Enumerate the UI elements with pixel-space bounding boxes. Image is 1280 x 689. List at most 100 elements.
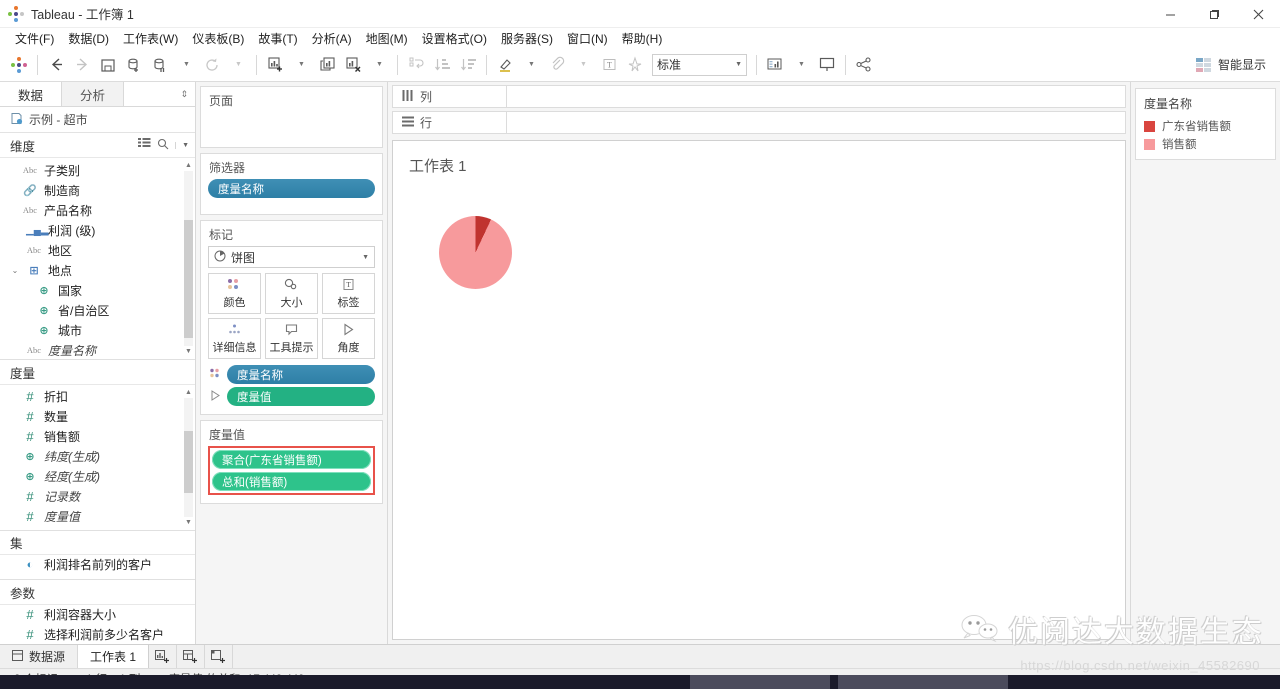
text-box-icon[interactable]: T — [596, 52, 622, 78]
field-city[interactable]: ⊕ 城市 — [0, 320, 195, 340]
attach-icon[interactable] — [544, 52, 570, 78]
taskbar-item[interactable] — [690, 675, 830, 689]
maximize-button[interactable] — [1192, 0, 1236, 28]
field-manufacturer[interactable]: 🔗 制造商 — [0, 180, 195, 200]
tab-analytics[interactable]: 分析 — [62, 82, 125, 107]
field-province[interactable]: ⊕ 省/自治区 — [0, 300, 195, 320]
close-button[interactable] — [1236, 0, 1280, 28]
new-dashboard-button[interactable] — [177, 645, 206, 668]
marks-color-button[interactable]: 颜色 — [208, 273, 261, 314]
pane-resize-grip-icon[interactable]: ⇕ — [173, 82, 195, 106]
menu-analysis[interactable]: 分析(A) — [305, 28, 359, 49]
marks-detail-button[interactable]: 详细信息 — [208, 318, 261, 359]
field-measure-values[interactable]: # 度量值 — [0, 507, 195, 527]
field-profit-bin[interactable]: ▁▄▂ 利润 (级) — [0, 220, 195, 240]
swap-rows-columns-icon[interactable] — [403, 52, 429, 78]
presentation-mode-icon[interactable] — [814, 52, 840, 78]
highlight-dropdown-icon[interactable]: ▼ — [518, 52, 544, 78]
save-icon[interactable] — [95, 52, 121, 78]
menu-map[interactable]: 地图(M) — [359, 28, 415, 49]
filter-pill-measure-names[interactable]: 度量名称 — [208, 179, 375, 198]
marks-pill-measure-names[interactable]: 度量名称 — [227, 365, 375, 384]
marks-size-button[interactable]: 大小 — [265, 273, 318, 314]
scroll-down-icon[interactable]: ▼ — [184, 517, 193, 528]
sheet-tab-worksheet1[interactable]: 工作表 1 — [78, 645, 150, 668]
dimensions-menu-icon[interactable]: ▼ — [175, 141, 189, 149]
new-worksheet-button[interactable] — [149, 645, 178, 668]
param-top-n-customers[interactable]: # 选择利润前多少名客户 — [0, 624, 195, 644]
field-discount[interactable]: # 折扣 — [0, 387, 195, 407]
new-datasource-icon[interactable] — [121, 52, 147, 78]
duplicate-sheet-icon[interactable] — [314, 52, 340, 78]
menu-dashboard[interactable]: 仪表板(B) — [185, 28, 251, 49]
field-top-customers-set[interactable]: ◐ 利润排名前列的客户 — [0, 555, 195, 575]
menu-file[interactable]: 文件(F) — [8, 28, 61, 49]
back-icon[interactable] — [43, 52, 69, 78]
menu-story[interactable]: 故事(T) — [251, 28, 304, 49]
new-worksheet-icon[interactable] — [262, 52, 288, 78]
taskbar-item[interactable] — [838, 675, 1008, 689]
datasource-row[interactable]: 示例 - 超市 — [0, 107, 195, 133]
rows-shelf-dropzone[interactable] — [507, 111, 1126, 134]
worksheet-title[interactable]: 工作表 1 — [393, 141, 1125, 176]
fit-axis-icon[interactable] — [762, 52, 788, 78]
field-country[interactable]: ⊕ 国家 — [0, 280, 195, 300]
dimensions-list[interactable]: Abc 子类别 🔗 制造商 Abc 产品名称 ▁▄▂ 利润 (级) Abc 地区 ⌄ ⊞ 地点… — [0, 158, 195, 359]
field-subcategory[interactable]: Abc 子类别 — [0, 160, 195, 180]
scroll-up-icon[interactable]: ▲ — [184, 387, 193, 398]
dimensions-scrollbar[interactable]: ▲ ▼ — [184, 160, 193, 357]
group-by-icon[interactable] — [138, 138, 151, 152]
measures-list[interactable]: # 折扣 # 数量 # 销售额 ⊕ 纬度(生成) ⊕ 经度(生成) # 记录数 # 度量值 ▲… — [0, 385, 195, 530]
tab-data[interactable]: 数据 — [0, 82, 63, 107]
menu-server[interactable]: 服务器(S) — [494, 28, 560, 49]
tableau-home-icon[interactable] — [6, 52, 32, 78]
menu-worksheet[interactable]: 工作表(W) — [116, 28, 185, 49]
legend-item[interactable]: 广东省销售额 — [1144, 117, 1267, 135]
fit-axis-dropdown-icon[interactable]: ▼ — [788, 52, 814, 78]
menu-format[interactable]: 设置格式(O) — [415, 28, 494, 49]
attach-dropdown-icon[interactable]: ▼ — [570, 52, 596, 78]
scroll-down-icon[interactable]: ▼ — [184, 346, 193, 357]
refresh-icon[interactable] — [199, 52, 225, 78]
pause-datasource-icon[interactable] — [147, 52, 173, 78]
clear-sheet-icon[interactable] — [340, 52, 366, 78]
marks-pill-measure-values[interactable]: 度量值 — [227, 387, 375, 406]
param-profit-bin-size[interactable]: # 利润容器大小 — [0, 605, 195, 625]
pages-card[interactable]: 页面 — [200, 86, 383, 148]
marks-angle-button[interactable]: 角度 — [322, 318, 375, 359]
menu-help[interactable]: 帮助(H) — [615, 28, 670, 49]
field-region[interactable]: Abc 地区 — [0, 240, 195, 260]
field-productname[interactable]: Abc 产品名称 — [0, 200, 195, 220]
clear-sheet-dropdown-icon[interactable]: ▼ — [366, 52, 392, 78]
field-latitude[interactable]: ⊕ 纬度(生成) — [0, 447, 195, 467]
field-number-of-records[interactable]: # 记录数 — [0, 487, 195, 507]
measures-scrollbar[interactable]: ▲ ▼ — [184, 387, 193, 528]
field-longitude[interactable]: ⊕ 经度(生成) — [0, 467, 195, 487]
measure-value-pill-total-sales[interactable]: 总和(销售额) — [212, 472, 371, 491]
minimize-button[interactable] — [1148, 0, 1192, 28]
field-quantity[interactable]: # 数量 — [0, 407, 195, 427]
show-me-button[interactable]: 智能显示 — [1190, 53, 1272, 76]
menu-window[interactable]: 窗口(N) — [560, 28, 615, 49]
new-story-button[interactable] — [205, 645, 234, 668]
sort-descending-icon[interactable] — [455, 52, 481, 78]
menu-data[interactable]: 数据(D) — [61, 28, 116, 49]
filters-card[interactable]: 筛选器 度量名称 — [200, 153, 383, 215]
pause-dropdown-icon[interactable]: ▼ — [173, 52, 199, 78]
highlight-icon[interactable] — [492, 52, 518, 78]
fix-axes-icon[interactable] — [622, 52, 648, 78]
pie-chart[interactable] — [439, 216, 512, 289]
new-worksheet-dropdown-icon[interactable]: ▼ — [288, 52, 314, 78]
chevron-down-icon[interactable]: ⌄ — [10, 266, 20, 275]
worksheet-canvas[interactable]: 工作表 1 — [392, 140, 1126, 640]
fit-selector[interactable]: 标准 ▼ — [652, 53, 747, 76]
scroll-up-icon[interactable]: ▲ — [184, 160, 193, 171]
forward-icon[interactable] — [69, 52, 95, 78]
marks-type-selector[interactable]: 饼图 ▼ — [208, 246, 375, 268]
marks-tooltip-button[interactable]: 工具提示 — [265, 318, 318, 359]
field-location-group[interactable]: ⌄ ⊞ 地点 — [0, 260, 195, 280]
datasource-tab[interactable]: 数据源 — [0, 645, 79, 668]
legend-item[interactable]: 销售额 — [1144, 135, 1267, 153]
sort-ascending-icon[interactable] — [429, 52, 455, 78]
field-sales[interactable]: # 销售额 — [0, 427, 195, 447]
